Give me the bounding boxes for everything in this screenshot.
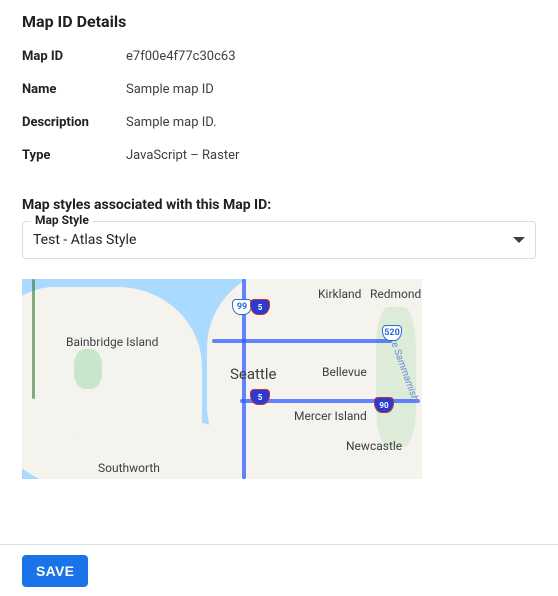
label-map-id: Map ID: [22, 49, 126, 64]
map-label-southworth: Southworth: [98, 461, 160, 475]
map-shield-99: 99: [232, 299, 252, 315]
map-label-kirkland: Kirkland: [318, 287, 361, 301]
label-description: Description: [22, 115, 126, 130]
map-preview[interactable]: Kirkland Redmond Seattle Bellevue Bainbr…: [22, 279, 422, 479]
map-park: [74, 349, 102, 389]
footer-bar: SAVE: [0, 544, 558, 596]
select-value: Test - Atlas Style: [33, 232, 136, 248]
map-label-bellevue: Bellevue: [322, 365, 367, 379]
save-button[interactable]: SAVE: [22, 555, 88, 587]
map-label-bainbridge: Bainbridge Island: [66, 335, 158, 349]
map-label-seattle: Seattle: [230, 365, 276, 383]
page-title: Map ID Details: [22, 12, 536, 31]
value-name: Sample map ID: [126, 82, 214, 97]
select-label: Map Style: [31, 213, 93, 227]
map-shield-i5: 5: [250, 389, 270, 405]
label-type: Type: [22, 148, 126, 163]
value-map-id: e7f00e4f77c30c63: [126, 49, 236, 64]
map-style-select[interactable]: Test - Atlas Style: [22, 221, 536, 259]
styles-heading: Map styles associated with this Map ID:: [22, 197, 536, 213]
map-shield-i90: 90: [374, 397, 394, 413]
map-road: [32, 279, 35, 399]
map-label-redmond: Redmond: [370, 287, 421, 301]
map-label-newcastle: Newcastle: [346, 439, 402, 453]
value-description: Sample map ID.: [126, 115, 217, 130]
value-type: JavaScript – Raster: [126, 148, 239, 163]
map-shield-i5: 5: [250, 299, 270, 315]
chevron-down-icon: [513, 237, 525, 243]
map-shield-520: 520: [382, 325, 402, 341]
map-highway: [212, 339, 392, 343]
label-name: Name: [22, 82, 126, 97]
map-label-mercer: Mercer Island: [294, 409, 367, 423]
